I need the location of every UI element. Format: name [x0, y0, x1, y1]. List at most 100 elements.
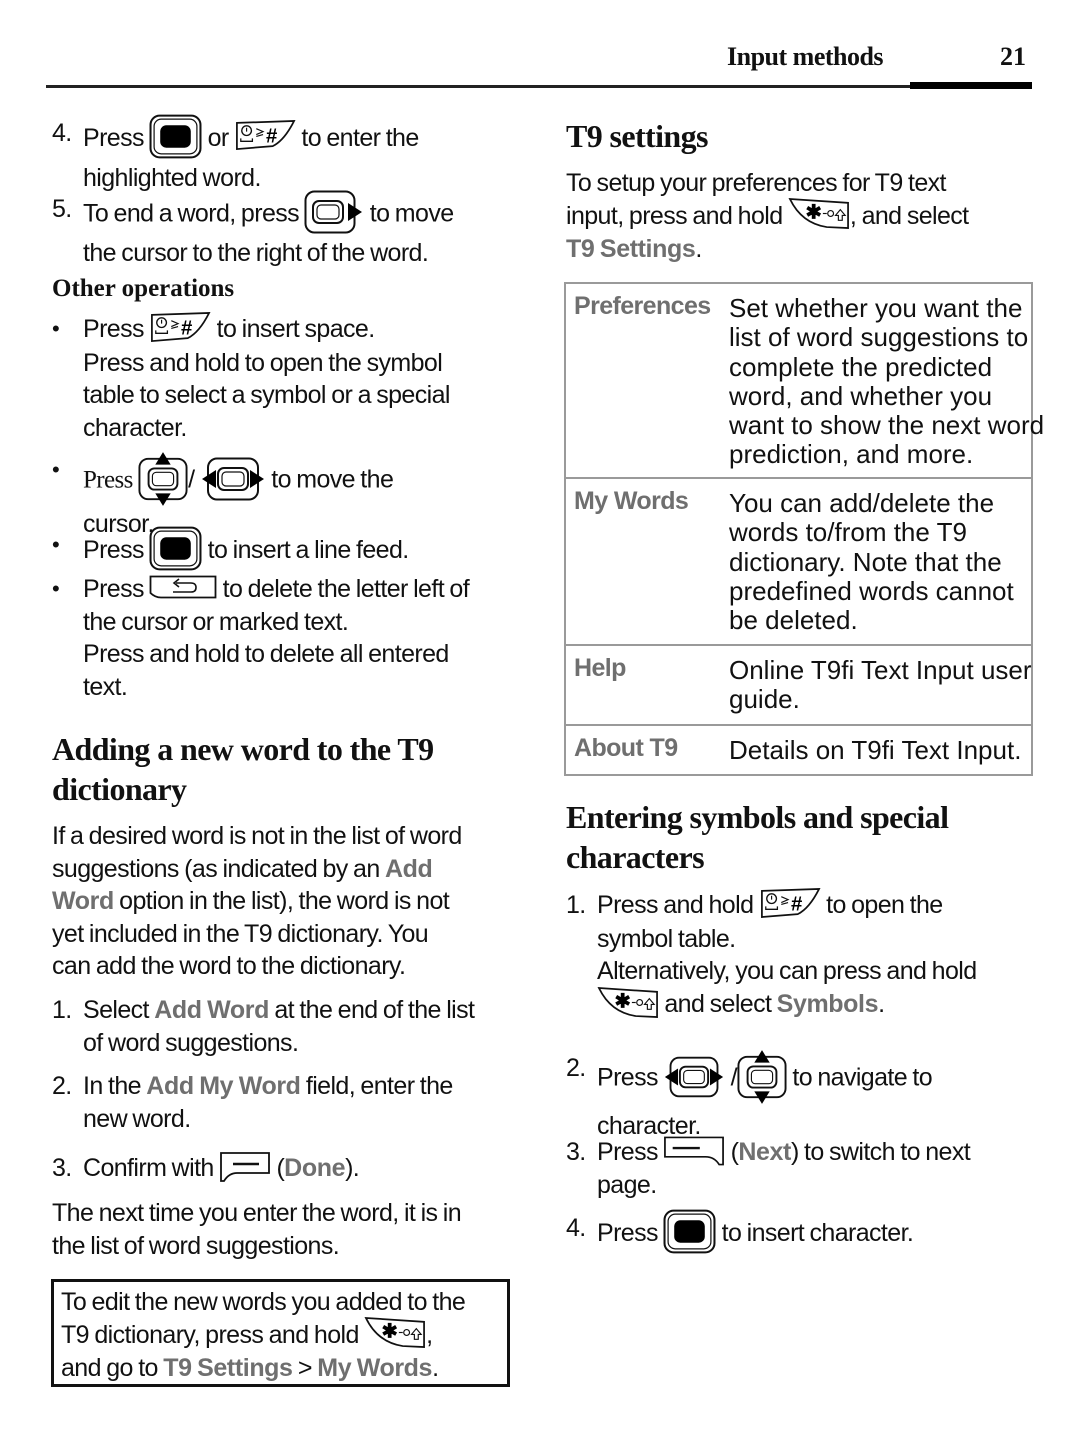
bullet-insert-space: • Press to insert space. Press and hold …	[52, 313, 532, 444]
step-text: Press	[597, 1138, 659, 1166]
heading-line: Entering symbols and special	[566, 799, 949, 835]
symbols-step-1: 1. Press and hold to open the symbol tab…	[566, 889, 1046, 1022]
para-text: .	[695, 235, 702, 264]
hash-space-key-icon	[149, 311, 211, 344]
adding-word-heading: Adding a new word to the T9 dictionary	[52, 729, 434, 809]
desc-line: be deleted.	[729, 605, 858, 636]
table-row-about-t9: About T9 Details on T9fi Text Input.	[566, 724, 1031, 774]
step-number: 1.	[52, 996, 72, 1024]
desc-line: You can add/delete the	[729, 488, 995, 518]
step-number: 3.	[52, 1154, 72, 1182]
bullet-text: Press	[83, 466, 133, 494]
desc-line: predefined words cannot	[729, 575, 1014, 606]
bullet-text: to move the	[271, 465, 394, 494]
desc-line: dictionary. Note that the	[729, 546, 1002, 577]
heading-line: characters	[566, 839, 705, 875]
adding-step-3: 3. Confirm with (Done).	[52, 1152, 532, 1185]
step-text: to navigate to	[792, 1063, 933, 1092]
symbols-step-4: 4. Press to insert character.	[566, 1212, 1046, 1257]
option-label: Help	[574, 654, 626, 682]
bullet-text: Press and hold to open the symbol	[83, 348, 443, 377]
adding-step-2: 2. In the Add My Word field, enter the n…	[52, 1070, 532, 1135]
desc-line: Set whether you want the	[729, 293, 1023, 323]
menu-term-t9-settings: T9 Settings	[566, 235, 696, 264]
desc-line: complete the predicted	[729, 351, 993, 382]
bullet-text: to insert a line feed.	[207, 536, 410, 565]
step-text: (	[276, 1154, 285, 1182]
option-label: My Words	[574, 487, 689, 515]
menu-path-t9-settings: T9 Settings	[163, 1354, 293, 1383]
menu-path-my-words: My Words	[317, 1354, 433, 1383]
hash-space-key-icon	[759, 887, 821, 920]
running-header-title: Input methods	[727, 42, 884, 71]
step-text: ).	[345, 1154, 360, 1182]
step-number: 2.	[52, 1072, 72, 1100]
desc-line: want to show the next word	[729, 410, 1045, 441]
step-text: To end a word, press	[83, 199, 300, 228]
note-text: and go to	[61, 1354, 164, 1383]
step-4-enter-word: 4. Press or to enter the highlighted wor…	[52, 117, 532, 195]
step-text: to move	[369, 199, 454, 228]
para-text: yet included in the T9 dictionary. You	[52, 919, 429, 948]
bullet-text: Press	[83, 536, 145, 565]
heading-line: dictionary	[52, 771, 187, 807]
desc-line: list of word suggestions to	[729, 322, 1029, 353]
step-text: Press and hold	[597, 891, 754, 919]
note-text: To edit the new words you added to the	[61, 1288, 466, 1316]
right-softkey-icon	[663, 1135, 725, 1167]
step-text: Press	[597, 1219, 659, 1248]
hash-space-key-icon	[234, 119, 296, 152]
step-text: Confirm with	[83, 1154, 214, 1182]
step-text: In the	[83, 1072, 147, 1100]
bullet-marker: •	[52, 457, 60, 482]
other-operations-heading: Other operations	[52, 275, 235, 302]
step-text: Alternatively, you can press and hold	[597, 957, 977, 986]
para-text: If a desired word is not in the list of …	[52, 822, 462, 850]
header-rule-marker	[910, 82, 1032, 89]
nav-left-right-key-icon	[200, 457, 266, 501]
step-number: 2.	[566, 1054, 586, 1082]
menu-path-separator: >	[292, 1354, 318, 1383]
para-text: the list of word suggestions.	[52, 1231, 340, 1260]
para-text: can add the word to the dictionary.	[52, 952, 406, 980]
bullet-text: the cursor or marked text.	[83, 607, 349, 636]
step-text: or	[207, 124, 230, 153]
step-number: 1.	[566, 891, 586, 919]
step-text: of word suggestions.	[83, 1028, 299, 1057]
t9-settings-intro: To setup your preferences for T9 text in…	[566, 167, 1046, 266]
note-text: ,	[426, 1320, 433, 1349]
bullet-delete-letter: • Press to delete the letter left of the…	[52, 573, 532, 703]
desc-line: prediction, and more.	[729, 439, 974, 470]
bullet-marker: •	[52, 532, 60, 557]
step-text: and select	[664, 989, 777, 1018]
table-row-preferences: Preferences Set whether you want the lis…	[566, 284, 1044, 477]
menu-term: Add My Word	[146, 1072, 301, 1100]
step-text: symbol table.	[597, 924, 736, 953]
option-description: Details on T9fi Text Input.	[729, 726, 1031, 773]
nav-right-key-icon	[304, 190, 364, 234]
step-text: to insert character.	[721, 1219, 914, 1248]
softkey-label-next: Next	[738, 1138, 791, 1166]
step-text: Press	[597, 1063, 659, 1092]
step-text: to open the	[826, 891, 943, 919]
step-number: 5.	[52, 195, 72, 223]
step-number: 4.	[52, 119, 72, 147]
note-box-edit-words: To edit the new words you added to the T…	[51, 1279, 510, 1387]
desc-line: Details on T9fi Text Input.	[729, 735, 1022, 765]
adding-step-1: 1. Select Add Word at the end of the lis…	[52, 994, 532, 1059]
star-shift-key-icon	[364, 1316, 426, 1349]
header-rule	[46, 85, 1032, 88]
center-select-key-icon	[663, 1209, 716, 1254]
note-text: T9 dictionary, press and hold	[61, 1320, 359, 1349]
step-text: Select	[83, 996, 155, 1024]
step-5-end-word: 5. To end a word, press to move the curs…	[52, 193, 532, 270]
step-text: page.	[597, 1171, 657, 1200]
center-select-key-icon	[149, 526, 202, 571]
step-text: Press	[83, 124, 145, 153]
bullet-line-feed: • Press to insert a line feed.	[52, 529, 532, 574]
step-number: 4.	[566, 1214, 586, 1242]
step-text: .	[878, 989, 885, 1018]
star-shift-key-icon	[788, 197, 850, 230]
menu-term-add-word: Add	[384, 854, 433, 883]
bullet-text: to insert space.	[216, 315, 376, 343]
